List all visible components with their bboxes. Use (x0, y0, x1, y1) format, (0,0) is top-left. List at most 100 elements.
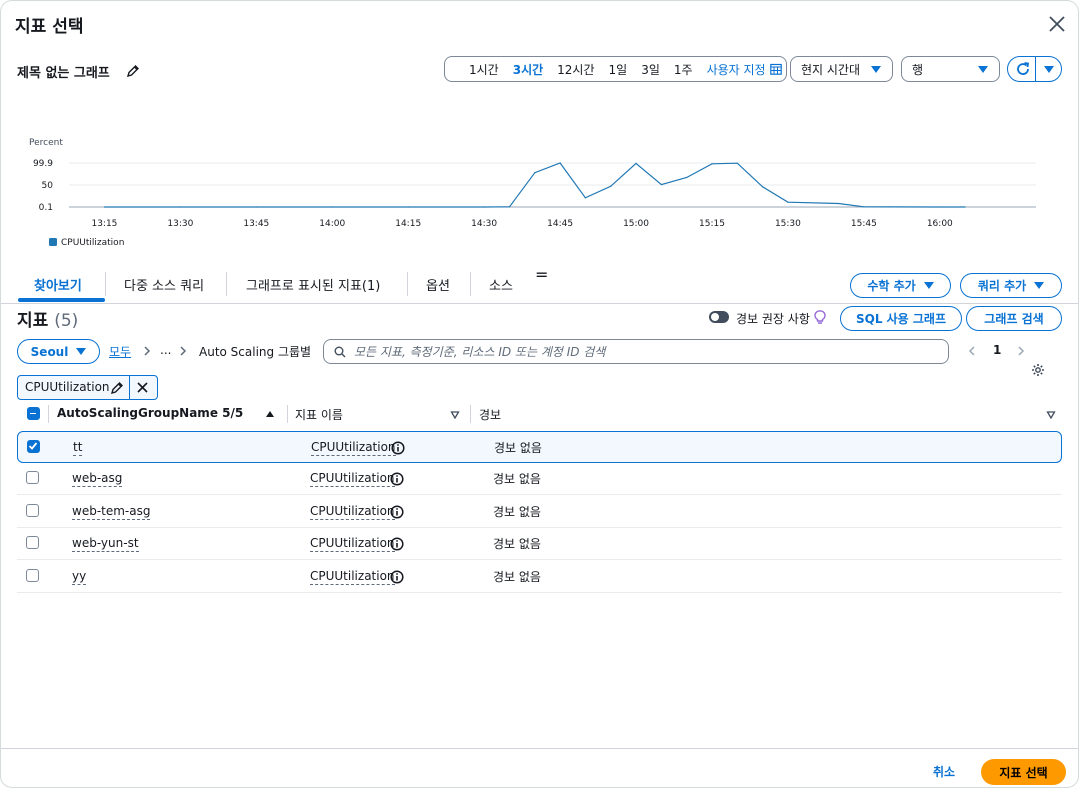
filter-token-label: CPUUtilization (25, 380, 110, 394)
tab-graphed-metrics[interactable]: 그래프로 표시된 지표(1) (246, 275, 380, 294)
add-query-button[interactable]: 쿼리 추가 (960, 273, 1062, 298)
row-checkbox[interactable] (27, 440, 40, 453)
search-placeholder: 모든 지표, 측정기준, 리소스 ID 또는 계정 ID 검색 (354, 345, 606, 359)
x-tick-label: 13:30 (167, 219, 193, 229)
table-row[interactable]: web-yun-st CPUUtilization 경보 없음 (17, 528, 1062, 560)
time-range-3d[interactable]: 3일 (641, 61, 660, 78)
info-icon[interactable] (390, 537, 404, 551)
alarm-recommendation-label: 경보 권장 사항 (736, 312, 810, 326)
select-all-checkbox[interactable] (27, 407, 40, 420)
data-point (660, 183, 662, 186)
data-point (179, 206, 181, 208)
metric-name[interactable]: CPUUtilization (310, 536, 395, 552)
column-asg-name[interactable]: AutoScalingGroupName 5/5 (57, 406, 243, 420)
asg-name-link[interactable]: web-tem-asg (72, 504, 151, 520)
alarm-recommendation-toggle[interactable] (709, 311, 729, 323)
column-alarm[interactable]: 경보 (479, 406, 501, 423)
data-point (762, 186, 764, 188)
gear-icon[interactable] (1031, 363, 1045, 377)
close-icon[interactable] (1047, 14, 1067, 34)
cancel-button[interactable]: 취소 (933, 763, 955, 780)
time-range-selector: 1시간 3시간 12시간 1일 3일 1주 사용자 지정 (444, 56, 787, 82)
sort-icon[interactable] (1046, 411, 1056, 419)
timezone-select[interactable]: 현지 시간대 (790, 56, 893, 82)
asg-name-link[interactable]: tt (73, 440, 83, 456)
data-point (610, 185, 612, 187)
table-row[interactable]: tt CPUUtilization 경보 없음 (17, 431, 1062, 463)
metrics-heading: 지표 (5) (17, 306, 78, 331)
y-axis-label: Percent (29, 138, 63, 148)
info-icon[interactable] (391, 441, 405, 455)
data-point (888, 206, 890, 208)
metric-name[interactable]: CPUUtilization (310, 569, 395, 585)
metric-name[interactable]: CPUUtilization (311, 440, 396, 456)
row-checkbox[interactable] (26, 504, 39, 517)
tab-multi-source-query[interactable]: 다중 소스 쿼리 (124, 275, 204, 294)
add-math-button[interactable]: 수학 추가 (850, 273, 951, 298)
time-range-3h[interactable]: 3시간 (513, 61, 543, 78)
sort-icon[interactable] (450, 411, 460, 419)
edit-filter-icon[interactable] (110, 381, 124, 395)
table-row[interactable]: web-tem-asg CPUUtilization 경보 없음 (17, 496, 1062, 528)
add-query-label: 쿼리 추가 (977, 279, 1027, 293)
calendar-icon[interactable] (769, 63, 782, 75)
caret-down-icon (1034, 282, 1045, 289)
tab-options[interactable]: 옵션 (426, 275, 450, 294)
time-range-custom[interactable]: 사용자 지정 (707, 61, 766, 78)
refresh-options-caret-icon[interactable] (1044, 66, 1054, 73)
column-metric-name[interactable]: 지표 이름 (295, 406, 343, 423)
x-tick-label: 14:30 (471, 219, 497, 229)
data-point (483, 206, 485, 208)
legend-swatch[interactable] (49, 238, 57, 246)
metric-name[interactable]: CPUUtilization (310, 471, 395, 487)
select-metric-button[interactable]: 지표 선택 (981, 759, 1066, 785)
refresh-icon[interactable] (1015, 61, 1031, 77)
remove-filter-icon[interactable] (136, 381, 149, 394)
asg-name-link[interactable]: yy (72, 569, 87, 585)
x-tick-label: 14:00 (319, 219, 345, 229)
info-icon[interactable] (390, 505, 404, 519)
table-row[interactable]: yy CPUUtilization 경보 없음 (17, 561, 1062, 593)
metric-name[interactable]: CPUUtilization (310, 504, 395, 520)
sort-ascending-icon[interactable] (265, 410, 275, 418)
region-select[interactable]: Seoul (17, 339, 100, 364)
metric-search-input[interactable]: 모든 지표, 측정기준, 리소스 ID 또는 계정 ID 검색 (323, 339, 949, 364)
sql-graph-button[interactable]: SQL 사용 그래프 (840, 306, 962, 331)
row-checkbox[interactable] (26, 536, 39, 549)
data-point (559, 162, 561, 164)
table-row[interactable]: web-asg CPUUtilization 경보 없음 (17, 463, 1062, 495)
chevron-right-icon (180, 346, 187, 356)
alarm-status: 경보 없음 (493, 570, 541, 584)
graph-search-button[interactable]: 그래프 검색 (966, 306, 1062, 331)
row-checkbox[interactable] (26, 569, 39, 582)
info-icon[interactable] (390, 570, 404, 584)
next-page-icon[interactable] (1016, 345, 1026, 357)
x-tick-label: 15:15 (699, 219, 725, 229)
row-checkbox[interactable] (26, 471, 39, 484)
data-point (534, 172, 536, 174)
tab-source[interactable]: 소스 (489, 275, 513, 294)
info-icon[interactable] (390, 472, 404, 486)
metric-chart: Percent 99.9 50 0.1 13:15 13:30 13:45 14:00 14:1… (29, 138, 1036, 248)
time-range-12h[interactable]: 12시간 (557, 61, 594, 78)
breadcrumb-current: Auto Scaling 그룹별 (199, 345, 312, 359)
time-range-1w[interactable]: 1주 (674, 61, 693, 78)
breadcrumb-ellipsis[interactable]: ... (160, 343, 171, 357)
time-range-1h[interactable]: 1시간 (469, 61, 499, 78)
x-tick-label: 14:45 (547, 219, 573, 229)
tabs-more-icon[interactable]: = (535, 265, 548, 284)
asg-name-link[interactable]: web-yun-st (72, 536, 139, 552)
modal-title: 지표 선택 (15, 17, 84, 37)
asg-name-link[interactable]: web-asg (72, 471, 123, 487)
data-point (103, 206, 106, 208)
breadcrumb-all[interactable]: 모두 (109, 343, 131, 360)
add-math-label: 수학 추가 (867, 279, 916, 293)
time-range-1d[interactable]: 1일 (609, 61, 628, 78)
legend-label[interactable]: CPUUtilization (61, 238, 124, 248)
prev-page-icon[interactable] (967, 345, 977, 357)
view-select[interactable]: 행 (901, 56, 1000, 82)
tab-browse[interactable]: 찾아보기 (34, 275, 82, 294)
current-page[interactable]: 1 (993, 343, 1001, 357)
edit-title-icon[interactable] (126, 64, 140, 78)
y-tick-label: 0.1 (39, 203, 53, 213)
